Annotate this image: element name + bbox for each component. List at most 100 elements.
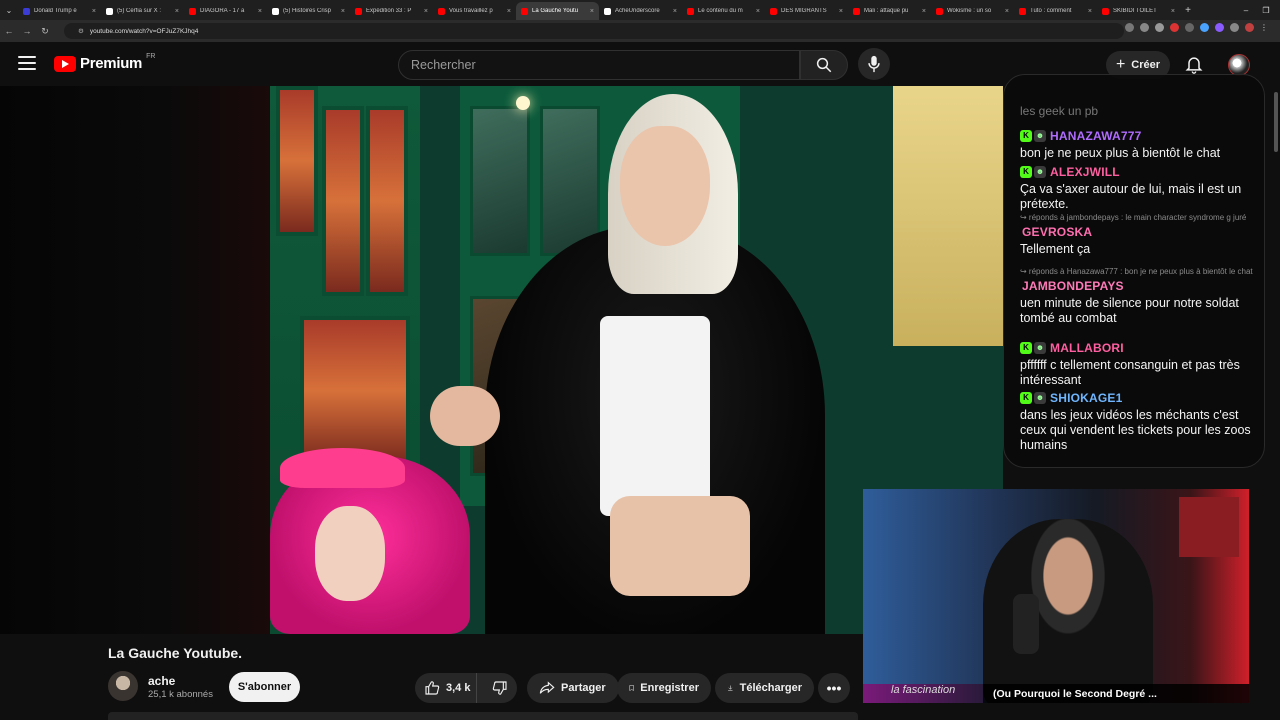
zoom-icon[interactable]	[1140, 23, 1149, 32]
site-info-icon[interactable]: ⚙	[78, 27, 84, 35]
browser-tab-bar: ⌄ Donald Trump é × (5) Cerfia sur X : × DIAG…	[0, 0, 1280, 20]
download-button[interactable]: Télécharger	[715, 673, 814, 703]
browser-tab[interactable]: AcheUnderscore ×	[599, 2, 682, 20]
browser-tab[interactable]: Tuto : comment ×	[1014, 2, 1097, 20]
share-icon	[539, 681, 555, 694]
country-code: FR	[146, 53, 156, 60]
tab-close-icon[interactable]: ×	[507, 8, 511, 15]
tab-close-icon[interactable]: ×	[1088, 8, 1092, 15]
plus-icon: +	[1115, 56, 1126, 73]
install-icon[interactable]	[1125, 23, 1134, 32]
chat-username: HANAZAWA777	[1050, 128, 1142, 143]
tab-close-icon[interactable]: ×	[756, 8, 760, 15]
channel-name[interactable]: ache	[148, 674, 175, 688]
subscriber-count: 25,1 k abonnés	[148, 689, 213, 700]
browser-tab[interactable]: Vous travaillez p ×	[433, 2, 516, 20]
like-dislike-group: 3,4 k	[415, 673, 517, 703]
tab-favicon-icon	[770, 7, 777, 15]
create-label: Créer	[1131, 59, 1161, 71]
tab-close-icon[interactable]: ×	[175, 8, 179, 15]
browser-tab[interactable]: La Gauche Youtu ×	[516, 2, 599, 20]
tab-favicon-icon	[189, 7, 196, 15]
minimize-icon[interactable]: –	[1236, 0, 1256, 20]
browser-tab[interactable]: Le contenu du m ×	[682, 2, 765, 20]
back-icon[interactable]: ←	[0, 26, 18, 36]
like-button[interactable]: 3,4 k	[415, 673, 478, 703]
browser-tab[interactable]: SKIBIDI TOILET ×	[1097, 2, 1180, 20]
browser-tab[interactable]: Wokisme : un so ×	[931, 2, 1014, 20]
browser-tab[interactable]: (5) Cerfia sur X : ×	[101, 2, 184, 20]
tab-favicon-icon	[687, 7, 694, 15]
tab-close-icon[interactable]: ×	[341, 8, 345, 15]
tab-close-icon[interactable]: ×	[92, 8, 96, 15]
restore-icon[interactable]: ❐	[1256, 0, 1276, 20]
extension-gray-icon[interactable]	[1185, 23, 1194, 32]
tab-close-icon[interactable]: ×	[1171, 8, 1175, 15]
profile-icon[interactable]	[1245, 23, 1254, 32]
video-scene-hand	[430, 386, 500, 446]
tab-list: Donald Trump é × (5) Cerfia sur X : × DIAGOR…	[18, 0, 1180, 20]
ghost-badge-icon: ☻	[1034, 391, 1046, 404]
search-input[interactable]: Rechercher	[398, 50, 800, 80]
tab-close-icon[interactable]: ×	[1005, 8, 1009, 15]
tab-title: La Gauche Youtu	[532, 8, 579, 14]
menu-icon[interactable]	[18, 56, 36, 70]
chat-message: K ☻ SHIOKAGE1 dans les jeux vidéos les méch…	[1020, 389, 1258, 453]
share-button[interactable]: Partager	[527, 673, 619, 703]
more-actions-button[interactable]: •••	[818, 673, 850, 703]
tab-close-icon[interactable]: ×	[590, 8, 594, 15]
chat-reply-context: ↪ réponds à Hanazawa777 : bon je ne peux…	[1020, 267, 1253, 276]
chat-badges: K ☻	[1020, 391, 1046, 404]
browser-tab[interactable]: (5) Histoires Crisp ×	[267, 2, 350, 20]
browser-tab[interactable]: Donald Trump é ×	[18, 2, 101, 20]
tab-close-icon[interactable]: ×	[424, 8, 428, 15]
extension-icons: ⋮	[1125, 23, 1268, 32]
extension-red-icon[interactable]	[1170, 23, 1179, 32]
chat-message: ↪ réponds à jambondepays : le main chara…	[1020, 213, 1258, 257]
logo-text: Premium	[80, 55, 143, 72]
subscribe-button[interactable]: S'abonner	[229, 672, 300, 702]
tab-favicon-icon	[106, 7, 113, 15]
notifications-bell-icon[interactable]	[1184, 54, 1204, 74]
ghost-badge-icon: ☻	[1034, 341, 1046, 354]
address-bar[interactable]: ⚙ youtube.com/watch?v=OFJuZ7KJhq4	[64, 23, 1124, 39]
extension-purple-icon[interactable]	[1215, 23, 1224, 32]
browser-menu-icon[interactable]: ⋮	[1260, 23, 1268, 32]
webcam-streamer	[983, 519, 1153, 703]
download-icon	[728, 685, 733, 691]
tab-close-icon[interactable]: ×	[839, 8, 843, 15]
page-scrollbar[interactable]	[1274, 92, 1278, 152]
extension-blue-icon[interactable]	[1200, 23, 1209, 32]
dislike-button[interactable]	[483, 680, 517, 696]
new-tab-button[interactable]: +	[1180, 5, 1196, 16]
tab-close-icon[interactable]: ×	[922, 8, 926, 15]
forward-icon[interactable]: →	[18, 26, 36, 36]
video-scene-window	[322, 106, 364, 296]
tab-search-icon[interactable]: ⌄	[0, 0, 18, 20]
account-avatar[interactable]	[1228, 54, 1250, 76]
bookmark-icon	[629, 685, 634, 692]
tab-close-icon[interactable]: ×	[258, 8, 262, 15]
save-button[interactable]: Enregistrer	[617, 673, 711, 703]
chat-message: ↪ réponds à Hanazawa777 : bon je ne peux…	[1020, 267, 1258, 326]
kick-badge-icon: K	[1020, 165, 1032, 178]
download-label: Télécharger	[739, 682, 802, 694]
tab-title: AcheUnderscore	[615, 8, 660, 14]
reload-icon[interactable]: ↻	[36, 26, 54, 37]
browser-tab[interactable]: Expédition 33 : P ×	[350, 2, 433, 20]
chat-badges: K ☻	[1020, 165, 1046, 178]
channel-avatar[interactable]	[108, 671, 138, 701]
chat-message: K ☻ HANAZAWA777 bon je ne peux plus à bient…	[1020, 127, 1258, 161]
bookmark-star-icon[interactable]	[1155, 23, 1164, 32]
tab-close-icon[interactable]: ×	[673, 8, 677, 15]
browser-tab[interactable]: DES MIGRANTS ×	[765, 2, 848, 20]
chat-text: dans les jeux vidéos les méchants c'est …	[1020, 408, 1251, 452]
youtube-logo[interactable]: Premium FR	[54, 53, 156, 72]
search-button[interactable]	[800, 50, 848, 80]
video-scene-yellow-panel	[893, 86, 1003, 346]
browser-tab[interactable]: Mali : attaque pu ×	[848, 2, 931, 20]
extensions-puzzle-icon[interactable]	[1230, 23, 1239, 32]
voice-search-button[interactable]	[858, 48, 890, 80]
browser-tab[interactable]: DIAGORA - 17 a ×	[184, 2, 267, 20]
webcam-caption-thumb: la fascination	[863, 684, 983, 703]
